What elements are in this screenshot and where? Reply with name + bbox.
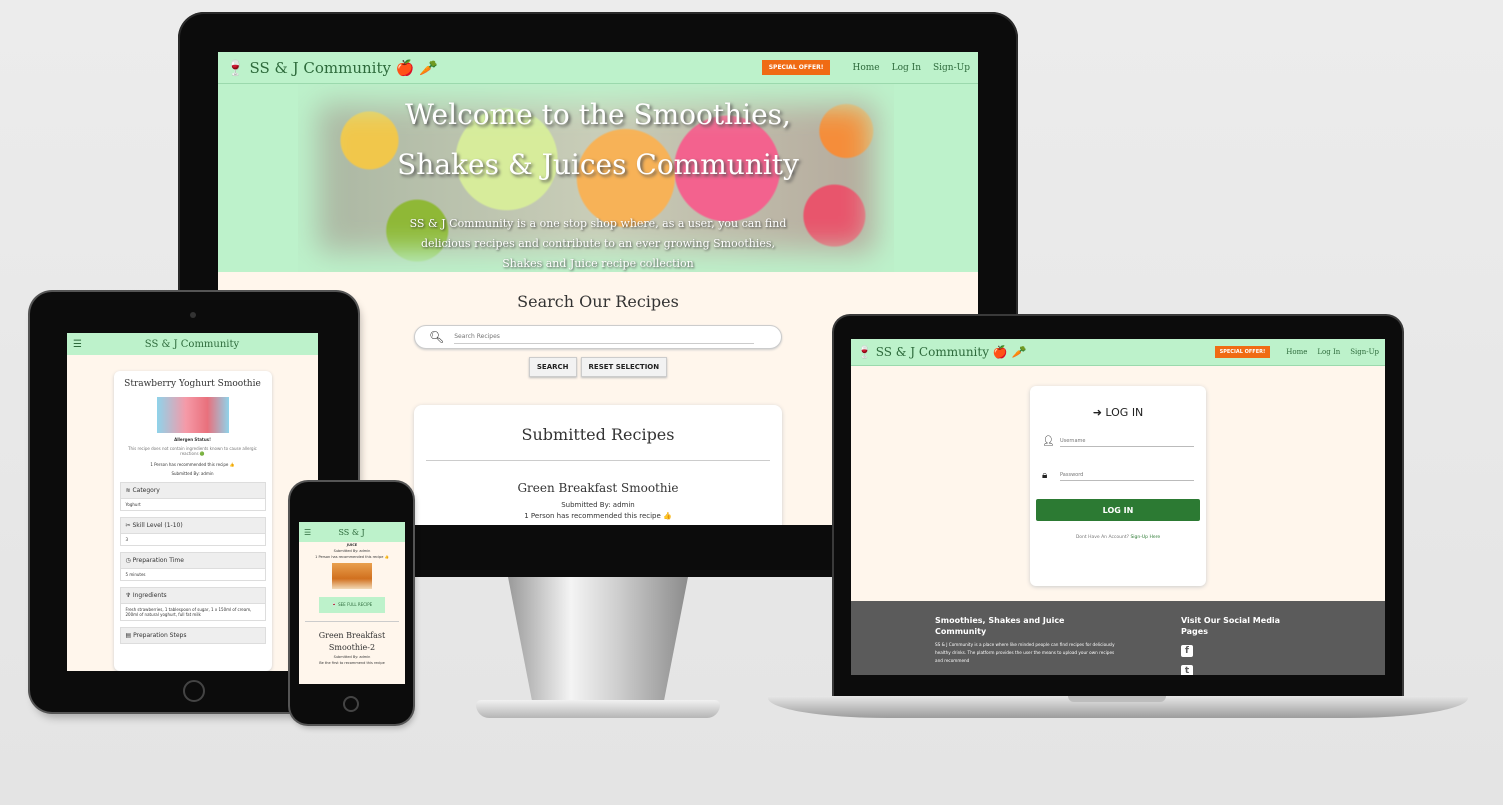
- signup-link[interactable]: Sign-Up Here: [1130, 535, 1160, 540]
- username-row: 👤︎: [1036, 435, 1200, 447]
- login-card: ➜ LOG IN 👤︎ 🔒︎ LOG IN Dont Have An Accou…: [1030, 386, 1206, 586]
- password-field[interactable]: [1060, 469, 1194, 481]
- phone-navbar: ☰ SS & J: [299, 522, 405, 542]
- submitted-recipes-title: Submitted Recipes: [521, 425, 675, 444]
- desktop-special-offer-button[interactable]: SPECIAL OFFER!: [761, 60, 831, 75]
- footer-social-title: Visit Our Social Media Pages: [1181, 616, 1281, 636]
- no-account-text: Dont Have An Account?: [1075, 535, 1130, 540]
- clock-icon: ◷: [125, 557, 131, 564]
- submitted-recipes-card: Submitted Recipes Green Breakfast Smooth…: [414, 405, 782, 525]
- footer-about-title: Smoothies, Shakes and Juice Community: [935, 616, 1065, 636]
- section-category-header: ≋ Category: [119, 482, 266, 499]
- login-button[interactable]: LOG IN: [1036, 499, 1200, 521]
- section-title: Ingredients: [132, 592, 167, 599]
- section-skill-header: ✂ Skill Level (1-10): [119, 517, 266, 534]
- hamburger-menu-icon[interactable]: ☰: [304, 528, 311, 537]
- reset-selection-button[interactable]: RESET SELECTION: [580, 357, 668, 377]
- allergen-status-label: Allergen Status!: [174, 437, 211, 442]
- recipe-recommend-count: 1 Person has recommended this recipe 👍: [315, 555, 389, 559]
- desktop-monitor-base: [476, 700, 720, 718]
- recipe-detail-card: Strawberry Yoghurt Smoothie Allergen Sta…: [113, 371, 272, 671]
- laptop-nav-signup[interactable]: Sign-Up: [1350, 348, 1379, 356]
- tablet-screen: ☰ SS & J Community Strawberry Yoghurt Sm…: [67, 333, 318, 671]
- laptop-special-offer-button[interactable]: SPECIAL OFFER!: [1214, 346, 1271, 358]
- login-title: ➜ LOG IN: [1092, 406, 1144, 419]
- allergen-status-text: This recipe does not contain ingredients…: [128, 446, 257, 456]
- phone-home-button: [343, 696, 359, 712]
- section-ingredients-header: ♆ Ingredients: [119, 587, 266, 604]
- recipe-recommend-count: 1 Person has recommended this recipe 👍: [524, 512, 672, 520]
- recipe-submitted-by: Submitted By: admin: [561, 501, 635, 509]
- signup-prompt: Dont Have An Account? Sign-Up Here: [1036, 535, 1200, 540]
- recipe-name[interactable]: Green Breakfast Smoothie: [414, 481, 782, 495]
- desktop-navbar: 🍷 SS & J Community 🍎 🥕 SPECIAL OFFER! Ho…: [218, 52, 978, 84]
- phone-recipe-list: JUICE Submitted By: admin 1 Person has r…: [299, 542, 405, 666]
- recipe-recommend-prompt: Be the first to recommend this recipe: [319, 661, 385, 665]
- hero-title-line-1: Welcome to the Smoothies,: [405, 98, 791, 131]
- footer-about-text: SS & J Community is a place where like m…: [935, 642, 1115, 663]
- hero-title-line-2: Shakes & Juices Community: [397, 148, 799, 181]
- hamburger-menu-icon[interactable]: ☰: [73, 339, 82, 350]
- tablet-home-button: [183, 680, 205, 702]
- laptop-nav-login[interactable]: Log In: [1317, 348, 1340, 356]
- desktop-monitor-stand: [508, 577, 688, 707]
- facebook-icon[interactable]: f: [1181, 645, 1193, 657]
- phone-screen: ☰ SS & J JUICE Submitted By: admin 1 Per…: [299, 522, 405, 684]
- hero-section: Welcome to the Smoothies, Shakes & Juice…: [218, 84, 978, 272]
- footer-about-column: Smoothies, Shakes and Juice Community SS…: [935, 615, 1115, 665]
- lock-icon: 🔒︎: [1042, 470, 1048, 481]
- laptop-navbar: 🍷 SS & J Community 🍎 🥕 SPECIAL OFFER! Ho…: [851, 339, 1385, 366]
- username-field[interactable]: [1060, 435, 1194, 447]
- section-title: Preparation Time: [132, 557, 184, 564]
- recipe-name[interactable]: Green Breakfast Smoothie-2: [305, 630, 399, 654]
- site-footer: Smoothies, Shakes and Juice Community SS…: [851, 601, 1385, 675]
- section-title: Category: [132, 487, 160, 494]
- recipe-submitted-by: Submitted By: admin: [171, 471, 214, 476]
- hero-description: SS & J Community is a one stop shop wher…: [409, 217, 787, 270]
- user-icon: 👤︎: [1042, 436, 1055, 447]
- section-skill-value: 3: [119, 534, 266, 546]
- hero-title: Welcome to the Smoothies, Shakes & Juice…: [218, 90, 978, 190]
- section-category-value: Yoghurt: [119, 499, 266, 511]
- desktop-monitor-chin: [414, 527, 832, 577]
- layers-icon: ≋: [125, 487, 131, 494]
- tools-icon: ✂: [125, 522, 131, 529]
- responsive-mockup: 🍷 SS & J Community 🍎 🥕 SPECIAL OFFER! Ho…: [0, 0, 1503, 805]
- desktop-nav-login[interactable]: Log In: [892, 63, 921, 73]
- divider: [305, 621, 399, 622]
- footer-social-column: Visit Our Social Media Pages f t: [1181, 615, 1301, 675]
- laptop-nav-home[interactable]: Home: [1286, 348, 1307, 356]
- search-input[interactable]: [454, 330, 755, 344]
- twitter-icon[interactable]: t: [1181, 665, 1193, 675]
- section-steps-header: ▤ Preparation Steps: [119, 627, 266, 644]
- list-icon: ▤: [125, 632, 132, 639]
- utensils-icon: ♆: [125, 592, 131, 599]
- section-time-header: ◷ Preparation Time: [119, 552, 266, 569]
- laptop-notch: [1068, 696, 1166, 702]
- section-ingredients-value: Fresh strawberries, 1 tablespoon of suga…: [119, 604, 266, 621]
- section-time-value: 5 minutes: [119, 569, 266, 581]
- recipe-recommend-count[interactable]: 1 Person has recommended this recipe 👍: [120, 462, 266, 467]
- search-icon: 🔍︎: [429, 330, 445, 344]
- desktop-nav-signup[interactable]: Sign-Up: [933, 63, 970, 73]
- recipe-image: [156, 397, 229, 433]
- password-row: 🔒︎: [1036, 469, 1200, 481]
- section-title: Skill Level (1-10): [132, 522, 183, 529]
- tablet-camera: [190, 312, 196, 318]
- recipe-image: [332, 563, 372, 589]
- search-button[interactable]: SEARCH: [528, 357, 577, 377]
- phone-brand-logo[interactable]: SS & J: [311, 528, 392, 537]
- search-bar: 🔍︎: [414, 325, 782, 349]
- tablet-brand-logo[interactable]: SS & J Community: [82, 339, 302, 350]
- divider: [426, 460, 770, 461]
- recipe-title: Strawberry Yoghurt Smoothie: [124, 379, 261, 389]
- see-full-recipe-button[interactable]: 🍷 SEE FULL RECIPE: [319, 597, 385, 613]
- laptop-brand-logo[interactable]: 🍷 SS & J Community 🍎 🥕: [857, 345, 1027, 359]
- tablet-navbar: ☰ SS & J Community: [67, 333, 318, 355]
- laptop-screen: 🍷 SS & J Community 🍎 🥕 SPECIAL OFFER! Ho…: [851, 339, 1385, 675]
- desktop-nav-home[interactable]: Home: [852, 63, 879, 73]
- section-title: Preparation Steps: [133, 632, 187, 639]
- desktop-brand-logo[interactable]: 🍷 SS & J Community 🍎 🥕: [226, 59, 438, 77]
